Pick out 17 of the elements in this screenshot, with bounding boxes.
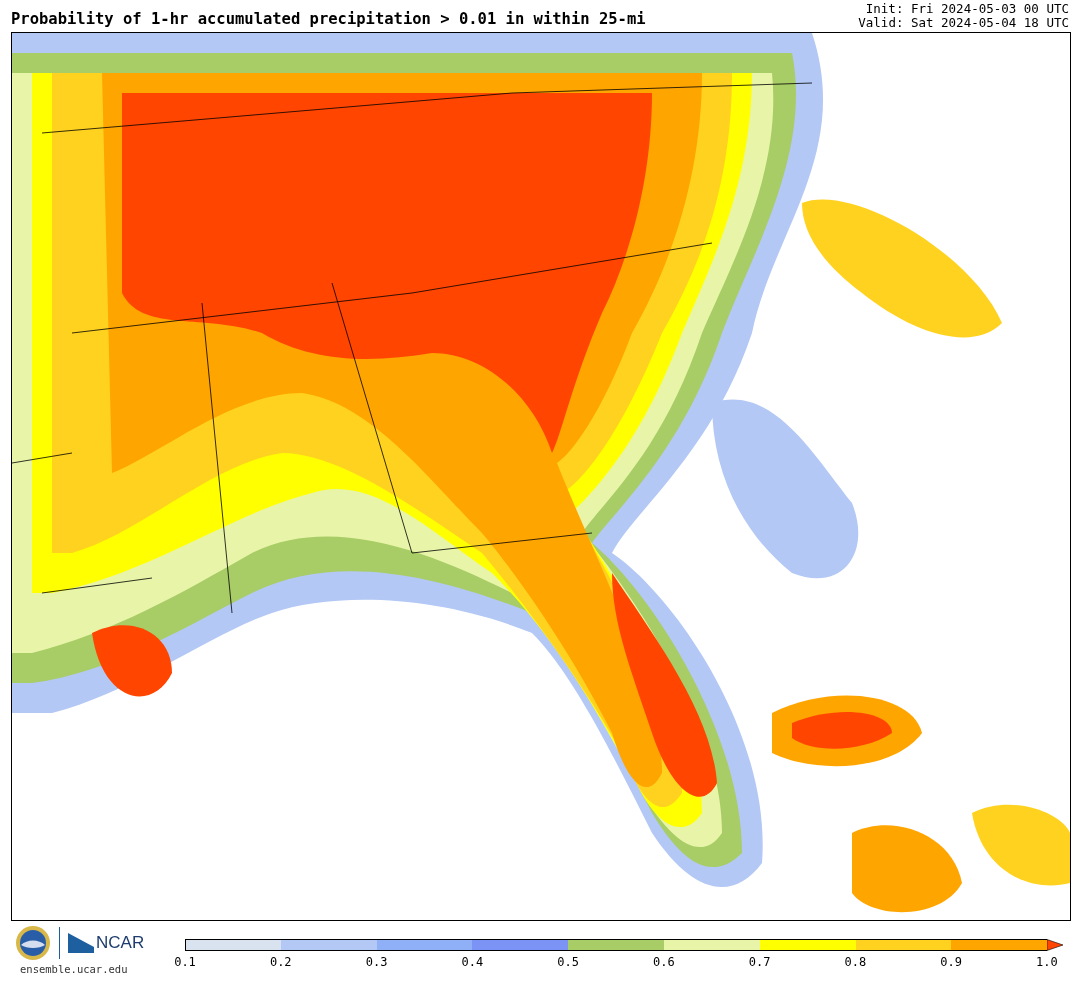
colorbar-tick-label: 0.3 [364, 955, 389, 969]
colorbar-tick-label: 0.7 [747, 955, 772, 969]
colorbar-tick-label: 0.5 [556, 955, 580, 969]
colorbar-tick-label: 0.4 [460, 955, 485, 969]
site-url: ensemble.ucar.edu [20, 963, 128, 975]
chart-title: Probability of 1-hr accumulated precipitation > 0.01 in within 25-mi [11, 10, 646, 30]
colorbar-tick-label: 0.6 [652, 955, 676, 969]
colorbar-tick-label: 1.0 [1035, 955, 1059, 969]
init-time: Init: Fri 2024-05-03 00 UTC [865, 2, 1069, 16]
valid-time: Valid: Sat 2024-05-04 18 UTC [858, 16, 1069, 30]
seal-logo-icon [15, 925, 51, 961]
swoosh-logo-icon [68, 933, 94, 953]
colorbar-tick-label: 0.1 [173, 955, 197, 969]
colorbar-tick-label: 0.2 [268, 955, 293, 969]
colorbar-tick-label: 0.8 [843, 955, 868, 969]
colorbar-tick-label: 0.9 [939, 955, 963, 969]
logo-text: NCAR [96, 933, 145, 953]
